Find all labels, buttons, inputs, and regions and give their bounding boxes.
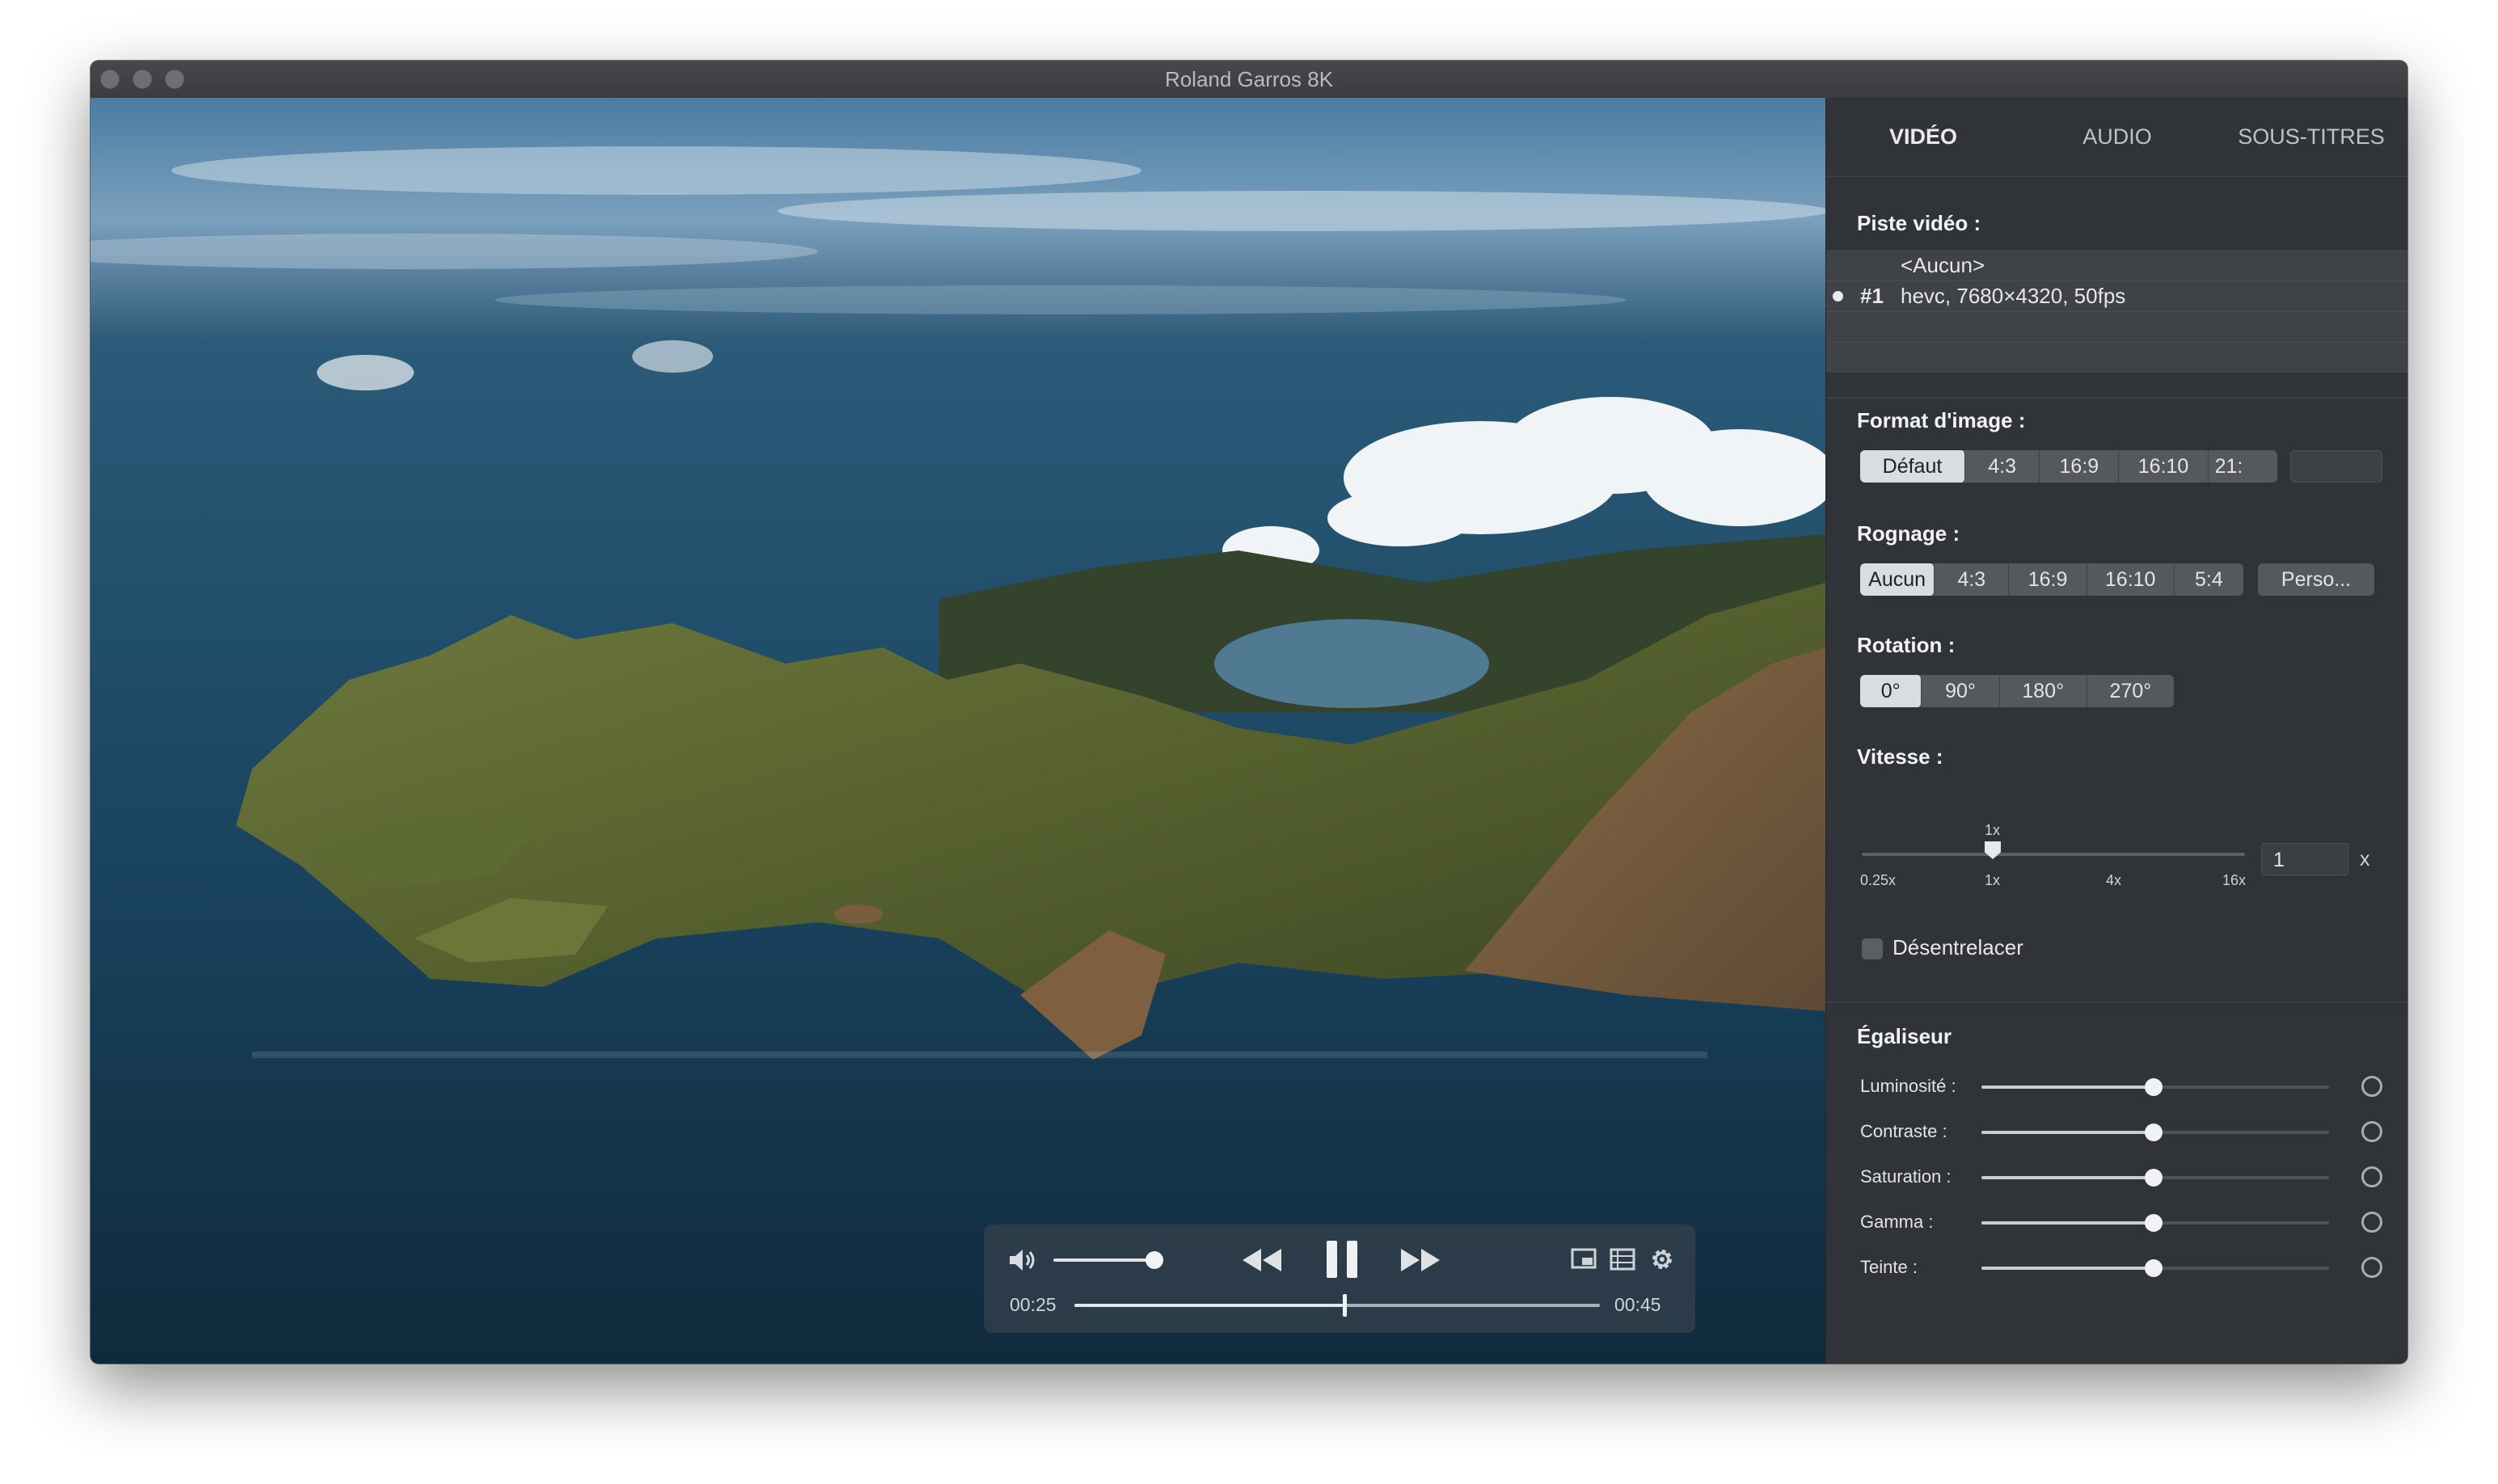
reset-contrast-icon[interactable] [2361,1121,2382,1142]
eq-label-brightness: Luminosité : [1860,1076,1956,1096]
eq-contrast-knob[interactable] [2145,1124,2163,1141]
rotation-option-90[interactable]: 90° [1922,675,2000,707]
crop-label: Rognage : [1857,521,1960,546]
eq-label-saturation: Saturation : [1860,1166,1952,1187]
aspect-label: Format d'image : [1857,408,2026,432]
eq-contrast-fill [1981,1131,2153,1134]
rotation-segmented-control: 0° 90° 180° 270° [1860,675,2174,707]
video-track-label: Piste vidéo : [1857,211,1981,235]
rotation-option-0[interactable]: 0° [1860,675,1922,707]
equalizer-title: Égaliseur [1857,1024,1952,1048]
crop-option-5-4[interactable]: 5:4 [2175,563,2243,596]
aspect-custom-input[interactable] [2290,450,2382,483]
reset-hue-icon[interactable] [2361,1257,2382,1278]
speed-input[interactable]: 1 [2261,843,2348,875]
tab-video[interactable]: VIDÉO [1826,98,2020,175]
seek-bar-progress [1074,1304,1343,1307]
divider [1826,1001,2407,1003]
crop-custom-button[interactable]: Perso... [2258,563,2374,596]
track-row-none[interactable]: <Aucun> [1826,250,2407,281]
aspect-option-default[interactable]: Défaut [1860,450,1965,483]
eq-saturation-fill [1981,1176,2153,1179]
deinterlace-checkbox[interactable] [1862,938,1883,959]
crop-option-16-9[interactable]: 16:9 [2009,563,2087,596]
eq-label-gamma: Gamma : [1860,1212,1934,1232]
video-settings-panel: VIDÉO AUDIO SOUS-TITRES Piste vidéo : <A… [1825,98,2407,1364]
crop-option-16-10[interactable]: 16:10 [2087,563,2175,596]
panel-tabs: VIDÉO AUDIO SOUS-TITRES [1826,98,2407,177]
rotation-option-270[interactable]: 270° [2087,675,2174,707]
eq-hue-fill [1981,1267,2153,1270]
eq-hue-knob[interactable] [2145,1259,2163,1277]
tab-audio[interactable]: AUDIO [2020,98,2214,175]
aspect-segmented-control: Défaut 4:3 16:9 16:10 21: [1860,450,2277,483]
rotation-label: Rotation : [1857,633,1956,657]
track-row-1[interactable]: #1 hevc, 7680×4320, 50fps [1826,280,2407,312]
deinterlace-label: Désentrelacer [1892,935,2023,959]
eq-gamma-fill [1981,1221,2153,1225]
speed-tick-1x: 1x [1985,872,2001,888]
seek-bar-knob[interactable] [1343,1294,1347,1317]
video-track-list[interactable]: <Aucun> #1 hevc, 7680×4320, 50fps [1826,250,2407,373]
crop-option-none[interactable]: Aucun [1860,563,1935,596]
eq-gamma-knob[interactable] [2145,1214,2163,1232]
current-time: 00:25 [1010,1294,1057,1315]
eq-label-hue: Teinte : [1860,1257,1918,1277]
speed-slider-track[interactable] [1862,853,2245,856]
title-bar: Roland Garros 8K [91,61,2407,99]
aspect-option-21-9[interactable]: 21: [2209,450,2277,483]
speed-current-label: 1x [1985,822,2001,838]
reset-brightness-icon[interactable] [2361,1076,2382,1097]
crop-segmented-control: Aucun 4:3 16:9 16:10 5:4 [1860,563,2243,596]
selected-dot-icon [1833,291,1843,301]
track-name: <Aucun> [1901,253,1985,277]
volume-slider-knob[interactable] [1146,1251,1163,1269]
crop-option-4-3[interactable]: 4:3 [1935,563,2010,596]
rotation-option-180[interactable]: 180° [2000,675,2087,707]
speed-slider-knob[interactable] [1985,841,2001,859]
speed-tick-16x: 16x [2222,872,2247,888]
duration-time: 00:45 [1614,1294,1661,1315]
track-id: #1 [1860,284,1884,308]
aspect-option-16-10[interactable]: 16:10 [2119,450,2209,483]
eq-label-contrast: Contraste : [1860,1121,1947,1141]
track-name: hevc, 7680×4320, 50fps [1901,284,2126,308]
eq-saturation-knob[interactable] [2145,1169,2163,1187]
aspect-option-16-9[interactable]: 16:9 [2040,450,2120,483]
eq-brightness-fill [1981,1086,2153,1089]
window-title: Roland Garros 8K [1164,67,1334,91]
volume-slider-track[interactable] [1053,1258,1155,1262]
reset-gamma-icon[interactable] [2361,1212,2382,1233]
video-landscape-image [91,98,1825,1364]
divider [1826,397,2407,398]
speed-tick-0-25x: 0.25x [1860,872,1897,888]
tab-subtitles[interactable]: SOUS-TITRES [2214,98,2407,175]
eq-brightness-knob[interactable] [2145,1078,2163,1096]
playback-controls: 00:25 00:45 [984,1225,1695,1333]
aspect-option-4-3[interactable]: 4:3 [1965,450,2040,483]
track-row-empty [1826,342,2407,373]
speed-tick-4x: 4x [2106,872,2122,888]
track-row-empty [1826,311,2407,343]
reset-saturation-icon[interactable] [2361,1166,2382,1187]
video-frame[interactable]: 00:25 00:45 [91,98,1825,1364]
player-window: Roland Garros 8K 00:25 00:45 VIDÉO AUDIO… [91,61,2407,1364]
speed-unit: x [2360,848,2370,871]
speed-label: Vitesse : [1857,744,1943,769]
